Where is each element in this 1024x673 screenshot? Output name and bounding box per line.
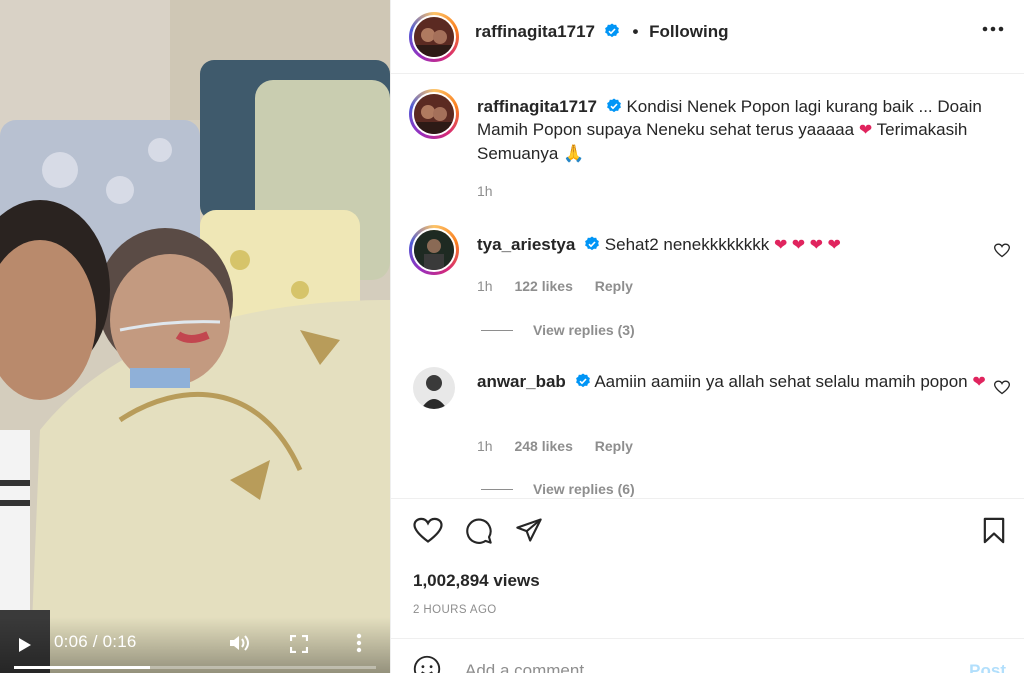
verified-icon: [585, 236, 599, 251]
view-replies-label: View replies (3): [533, 322, 635, 338]
caption-username[interactable]: raffinagita1717: [477, 97, 597, 116]
video-progress-fill: [14, 666, 150, 669]
follow-status-button[interactable]: Following: [649, 22, 728, 41]
comment-icon[interactable]: [465, 517, 493, 545]
separator-dot: •: [632, 22, 639, 41]
video-time: 0:06 / 0:16: [54, 632, 137, 651]
verified-icon: [575, 373, 590, 388]
emoji-icon[interactable]: [413, 655, 441, 673]
verified-icon: [604, 23, 619, 38]
comments-list[interactable]: raffinagita1717 Kondisi Nenek Popon lagi…: [391, 75, 1024, 497]
comment-time[interactable]: 1h: [477, 278, 493, 294]
comment-time[interactable]: 1h: [477, 438, 493, 454]
heart-emoji: ❤: [858, 122, 873, 139]
share-icon[interactable]: [515, 517, 543, 543]
comment-body: Aamiin aamiin ya allah sehat selalu mami…: [594, 372, 968, 391]
post-panel: raffinagita1717 • Following raffinagita1…: [390, 0, 1024, 673]
post-header: raffinagita1717 • Following: [391, 0, 1024, 74]
reply-button[interactable]: Reply: [595, 438, 633, 454]
author-avatar[interactable]: [409, 12, 459, 62]
comment-likes[interactable]: 122 likes: [514, 278, 572, 294]
commenter-avatar[interactable]: [409, 225, 459, 275]
video-controls: 0:06 / 0:16: [0, 617, 390, 673]
view-replies-button[interactable]: View replies (6): [481, 481, 635, 497]
author-username[interactable]: raffinagita1717: [475, 22, 595, 41]
comment-meta: 1h 248 likes Reply: [477, 438, 651, 454]
view-replies-button[interactable]: View replies (3): [481, 322, 635, 338]
bookmark-icon[interactable]: [983, 517, 1005, 544]
add-comment-bar: Add a comment... Post: [391, 638, 1024, 673]
commenter-avatar[interactable]: [413, 367, 455, 409]
post-timestamp[interactable]: 2 HOURS AGO: [413, 604, 497, 616]
volume-icon[interactable]: [228, 633, 250, 653]
commenter-username[interactable]: anwar_bab: [477, 372, 566, 391]
comment-text: tya_ariestya Sehat2 nenekkkkkkkk ❤ ❤ ❤ ❤: [477, 233, 996, 257]
commenter-username[interactable]: tya_ariestya: [477, 235, 575, 254]
caption-meta: 1h: [477, 183, 511, 199]
reply-button[interactable]: Reply: [595, 278, 633, 294]
comment-meta: 1h 122 likes Reply: [477, 278, 651, 294]
video-player[interactable]: 0:06 / 0:16: [0, 0, 390, 673]
verified-icon: [606, 98, 621, 113]
video-progress-bar[interactable]: [14, 666, 376, 669]
heart-emoji: ❤ ❤ ❤ ❤: [773, 237, 841, 254]
more-horizontal-icon[interactable]: [982, 26, 1004, 32]
caption-time[interactable]: 1h: [477, 183, 493, 199]
caption-text: raffinagita1717 Kondisi Nenek Popon lagi…: [477, 95, 996, 165]
fullscreen-icon[interactable]: [290, 635, 308, 653]
heart-emoji: ❤: [972, 374, 986, 391]
heart-icon[interactable]: [413, 517, 443, 544]
post-actions: 1,002,894 views 2 HOURS AGO: [391, 498, 1024, 638]
comment-likes[interactable]: 248 likes: [514, 438, 572, 454]
like-comment-heart-icon[interactable]: [994, 243, 1010, 258]
play-icon[interactable]: [18, 637, 32, 653]
more-vertical-icon[interactable]: [356, 633, 362, 653]
like-comment-heart-icon[interactable]: [994, 380, 1010, 395]
comment-text: anwar_bab Aamiin aamiin ya allah sehat s…: [477, 370, 996, 394]
video-frame: [0, 0, 390, 673]
comment-body: Sehat2 nenekkkkkkkk: [604, 235, 770, 254]
comment-input[interactable]: Add a comment...: [465, 661, 598, 673]
pray-emoji: 🙏: [563, 144, 585, 163]
view-count[interactable]: 1,002,894 views: [413, 571, 540, 591]
post-comment-button[interactable]: Post: [969, 661, 1006, 673]
author-info: raffinagita1717 • Following: [475, 22, 728, 42]
view-replies-label: View replies (6): [533, 481, 635, 497]
caption-avatar[interactable]: [409, 89, 459, 139]
